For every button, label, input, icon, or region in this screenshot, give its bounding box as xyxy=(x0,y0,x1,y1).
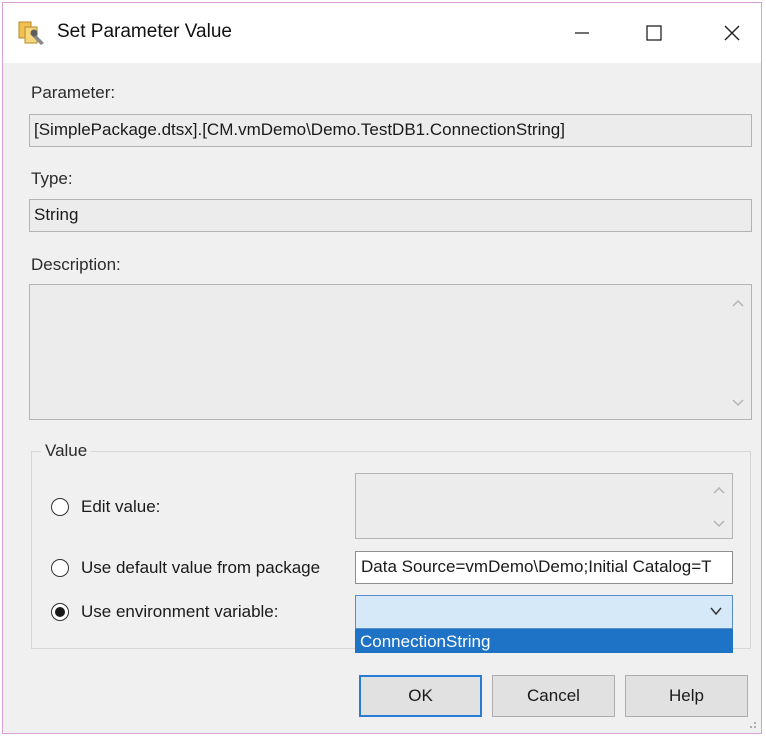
cancel-button[interactable]: Cancel xyxy=(492,675,615,717)
environment-variable-label: Use environment variable: xyxy=(81,602,279,621)
scroll-up-icon[interactable] xyxy=(731,297,745,311)
chevron-down-icon[interactable] xyxy=(708,603,724,619)
set-parameter-value-dialog: Set Parameter Value Parameter: [SimplePa… xyxy=(2,2,762,734)
minimize-icon xyxy=(575,32,589,34)
ok-button[interactable]: OK xyxy=(359,675,482,717)
radio-button-selected[interactable] xyxy=(51,603,69,621)
default-value-label: Use default value from package xyxy=(81,558,321,577)
parameter-field[interactable]: [SimplePackage.dtsx].[CM.vmDemo\Demo.Tes… xyxy=(29,114,752,147)
title-bar[interactable]: Set Parameter Value xyxy=(3,3,761,63)
close-icon xyxy=(724,25,740,41)
type-field[interactable]: String xyxy=(29,199,752,232)
edit-value-label: Edit value: xyxy=(81,497,161,516)
scroll-down-icon[interactable] xyxy=(712,518,726,532)
value-group-title: Value xyxy=(41,441,92,461)
close-button[interactable] xyxy=(709,13,755,53)
ssis-parameter-icon xyxy=(18,21,44,45)
radio-button[interactable] xyxy=(51,559,69,577)
environment-variable-radio[interactable]: Use environment variable: xyxy=(51,602,278,622)
maximize-icon xyxy=(646,25,662,41)
edit-value-textarea[interactable] xyxy=(355,473,733,539)
description-textarea[interactable] xyxy=(29,284,752,420)
scroll-down-icon[interactable] xyxy=(731,397,745,411)
minimize-button[interactable] xyxy=(559,13,605,53)
default-value-radio[interactable]: Use default value from package xyxy=(51,558,320,578)
maximize-button[interactable] xyxy=(631,13,677,53)
dropdown-option-connectionstring[interactable]: ConnectionString xyxy=(355,629,733,653)
scroll-up-icon[interactable] xyxy=(712,484,726,498)
environment-variable-combobox[interactable] xyxy=(355,595,733,629)
radio-button[interactable] xyxy=(51,498,69,516)
resize-grip-icon[interactable] xyxy=(747,719,757,729)
default-value-field[interactable]: Data Source=vmDemo\Demo;Initial Catalog=… xyxy=(355,551,733,584)
window-title: Set Parameter Value xyxy=(57,21,232,42)
radio-dot-icon xyxy=(55,607,65,617)
type-label: Type: xyxy=(31,169,73,188)
parameter-label: Parameter: xyxy=(31,83,116,102)
description-label: Description: xyxy=(31,255,121,274)
edit-value-radio[interactable]: Edit value: xyxy=(51,497,160,517)
help-button[interactable]: Help xyxy=(625,675,748,717)
